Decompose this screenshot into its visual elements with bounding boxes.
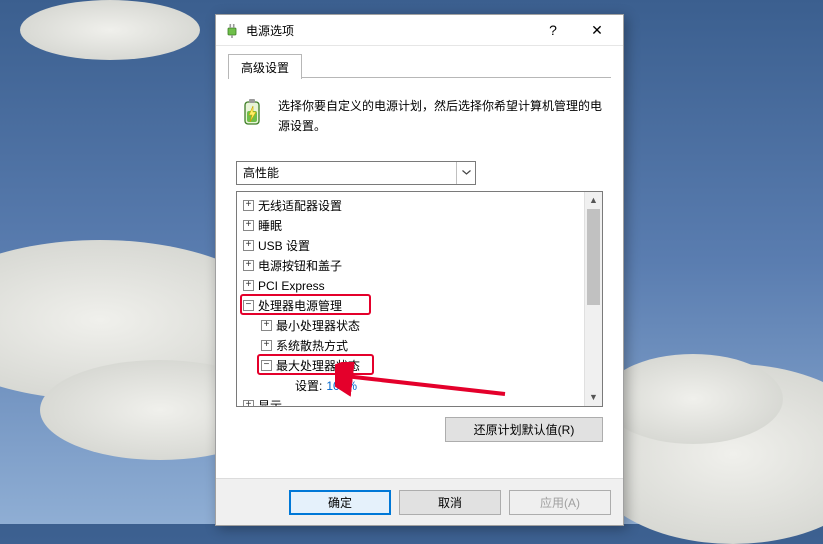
scroll-track[interactable] <box>585 209 602 389</box>
description-text: 选择你要自定义的电源计划，然后选择你希望计算机管理的电源设置。 <box>278 96 603 137</box>
battery-icon <box>236 96 268 128</box>
window-title: 电源选项 <box>246 22 531 39</box>
apply-button: 应用(A) <box>509 490 611 515</box>
settings-tree: + 无线适配器设置 + 睡眠 + USB 设置 + 电源按钮和盖子 + PC <box>236 191 603 407</box>
cancel-button[interactable]: 取消 <box>399 490 501 515</box>
expand-icon[interactable]: + <box>261 340 272 351</box>
power-options-dialog: 电源选项 ? ✕ 高级设置 选择你要自定义的电源计划，然后选择你希望计算机管理的… <box>215 14 624 526</box>
tree-item-cpu[interactable]: − 处理器电源管理 <box>243 296 602 316</box>
tree-item-usb[interactable]: + USB 设置 <box>243 236 602 256</box>
expand-icon[interactable]: + <box>243 400 254 407</box>
expand-icon[interactable]: + <box>243 200 254 211</box>
help-button[interactable]: ? <box>531 16 575 44</box>
expand-icon[interactable]: + <box>243 240 254 251</box>
tree-item-wireless[interactable]: + 无线适配器设置 <box>243 196 602 216</box>
restore-defaults-button[interactable]: 还原计划默认值(R) <box>445 417 603 442</box>
tab-advanced[interactable]: 高级设置 <box>228 54 302 79</box>
tree-item-powerbtn[interactable]: + 电源按钮和盖子 <box>243 256 602 276</box>
dialog-content: 高级设置 选择你要自定义的电源计划，然后选择你希望计算机管理的电源设置。 高性能 <box>216 46 623 478</box>
selected-plan-label: 高性能 <box>243 164 279 181</box>
titlebar: 电源选项 ? ✕ <box>216 15 623 46</box>
close-button[interactable]: ✕ <box>575 16 619 44</box>
expand-icon[interactable]: + <box>243 220 254 231</box>
expand-icon[interactable]: + <box>243 260 254 271</box>
scroll-thumb[interactable] <box>587 209 600 305</box>
power-plug-icon <box>224 22 240 38</box>
scroll-down-icon[interactable]: ▼ <box>585 389 602 406</box>
dialog-button-bar: 确定 取消 应用(A) <box>216 478 623 525</box>
power-plan-select[interactable]: 高性能 <box>236 161 476 185</box>
ok-button[interactable]: 确定 <box>289 490 391 515</box>
tree-item-cpu-min[interactable]: + 最小处理器状态 <box>243 316 602 336</box>
tree-item-cpu-max[interactable]: − 最大处理器状态 <box>243 356 602 376</box>
tree-item-sleep[interactable]: + 睡眠 <box>243 216 602 236</box>
cpu-max-setting-value[interactable]: 设置: 100% <box>243 376 602 396</box>
chevron-down-icon <box>456 162 475 184</box>
tree-item-cooling[interactable]: + 系统散热方式 <box>243 336 602 356</box>
collapse-icon[interactable]: − <box>243 300 254 311</box>
scroll-up-icon[interactable]: ▲ <box>585 192 602 209</box>
tree-item-display[interactable]: + 显示 <box>243 396 602 407</box>
tree-scrollbar[interactable]: ▲ ▼ <box>584 192 602 406</box>
collapse-icon[interactable]: − <box>261 360 272 371</box>
expand-icon[interactable]: + <box>261 320 272 331</box>
tree-item-pci[interactable]: + PCI Express <box>243 276 602 296</box>
expand-icon[interactable]: + <box>243 280 254 291</box>
